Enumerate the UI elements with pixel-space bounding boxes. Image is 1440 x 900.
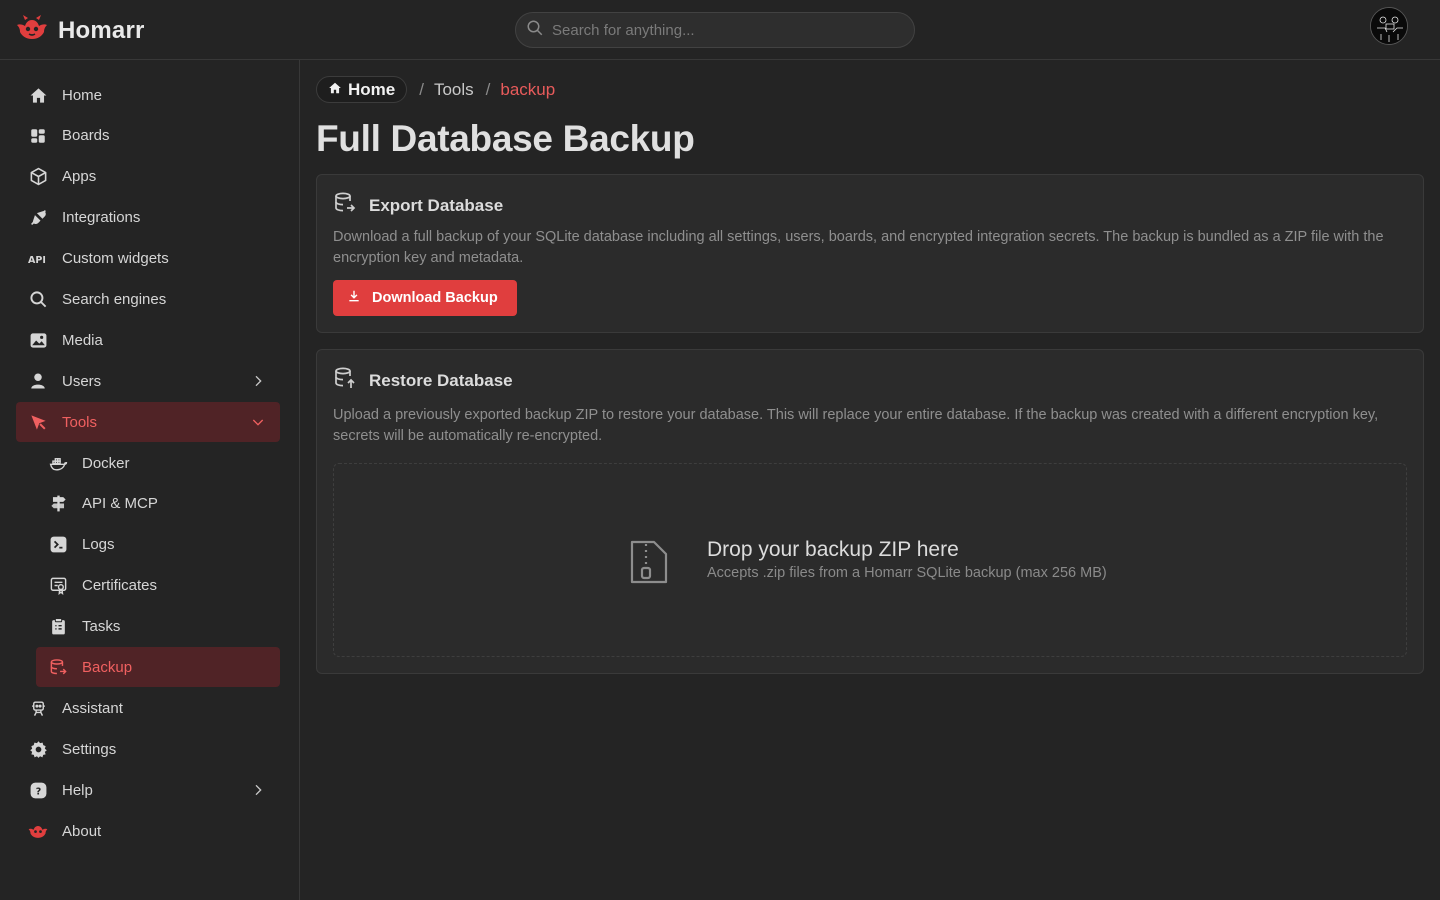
sidebar-item-label: Tasks xyxy=(82,618,121,636)
user-avatar[interactable] xyxy=(1370,7,1408,45)
sidebar-item-label: Users xyxy=(62,372,102,390)
download-backup-button[interactable]: Download Backup xyxy=(333,280,517,316)
sidebar-item-label: Settings xyxy=(62,740,117,758)
sidebar-item-label: Boards xyxy=(62,127,110,145)
svg-text:API: API xyxy=(28,255,46,265)
docker-icon xyxy=(48,453,68,473)
sidebar-item-label: Logs xyxy=(82,536,115,554)
chevron-down-icon xyxy=(250,414,266,430)
sidebar-item-label: Search engines xyxy=(62,290,167,308)
sidebar-item-backup[interactable]: Backup xyxy=(36,647,280,688)
breadcrumb-home[interactable]: Home xyxy=(316,76,408,103)
sidebar-item-integrations[interactable]: Integrations xyxy=(16,198,280,238)
sidebar-item-tools[interactable]: Tools xyxy=(16,402,280,443)
breadcrumb: Home / Tools / backup xyxy=(316,76,555,103)
sidebar-item-label: Certificates xyxy=(82,577,158,595)
tools-icon xyxy=(28,412,48,432)
sidebar-item-api-mcp[interactable]: API & MCP xyxy=(36,484,280,524)
page-title: Full Database Backup xyxy=(316,118,695,159)
sidebar-item-logs[interactable]: Logs xyxy=(36,525,280,565)
sidebar-item-certificates[interactable]: Certificates xyxy=(36,566,280,606)
sidebar: Home Boards Apps Integrations API Custom… xyxy=(0,60,300,900)
sidebar-item-label: Docker xyxy=(82,454,130,472)
report-icon xyxy=(48,617,68,637)
svg-text:?: ? xyxy=(35,786,41,797)
plug-icon xyxy=(28,208,48,228)
search-input[interactable] xyxy=(552,21,892,39)
restore-card-header: Restore Database xyxy=(333,366,513,395)
home-icon xyxy=(328,80,342,100)
signpost-icon xyxy=(48,494,68,514)
breadcrumb-separator: / xyxy=(485,79,491,99)
home-icon xyxy=(28,85,48,105)
breadcrumb-home-label: Home xyxy=(348,79,396,99)
sidebar-item-users[interactable]: Users xyxy=(16,361,280,401)
restore-card-title: Restore Database xyxy=(369,370,513,390)
sidebar-item-tasks[interactable]: Tasks xyxy=(36,607,280,647)
sidebar-item-label: Home xyxy=(62,86,103,104)
sidebar-item-media[interactable]: Media xyxy=(16,320,280,360)
sidebar-item-assistant[interactable]: Assistant xyxy=(16,688,280,728)
backup-dropzone[interactable]: Drop your backup ZIP here Accepts .zip f… xyxy=(333,463,1407,657)
logo-icon xyxy=(28,821,48,841)
chevron-right-icon xyxy=(250,373,266,389)
sidebar-item-help[interactable]: ? Help xyxy=(16,770,280,810)
sidebar-item-label: Assistant xyxy=(62,699,123,717)
app-logo[interactable]: Homarr xyxy=(16,14,145,47)
export-card-title: Export Database xyxy=(369,195,504,215)
sidebar-item-about[interactable]: About xyxy=(16,811,280,851)
sidebar-item-apps[interactable]: Apps xyxy=(16,157,280,197)
sidebar-item-label: Tools xyxy=(62,413,98,431)
chevron-right-icon xyxy=(250,782,266,798)
global-search[interactable] xyxy=(515,12,915,48)
breadcrumb-current: backup xyxy=(500,79,556,99)
database-import-icon xyxy=(333,366,357,395)
file-zip-icon xyxy=(628,538,670,591)
api-icon: API xyxy=(28,249,48,269)
app-header: Homarr xyxy=(0,0,1440,60)
breadcrumb-separator: / xyxy=(419,79,424,99)
export-card-description: Download a full backup of your SQLite da… xyxy=(333,229,1384,266)
database-icon xyxy=(48,657,68,677)
boards-icon xyxy=(28,126,48,146)
photo-icon xyxy=(28,330,48,350)
dropzone-subtitle: Accepts .zip files from a Homarr SQLite … xyxy=(707,565,1107,581)
search-icon xyxy=(526,19,544,42)
download-backup-label: Download Backup xyxy=(372,290,498,306)
database-export-icon xyxy=(333,191,357,220)
app-name: Homarr xyxy=(58,16,145,44)
sidebar-item-boards[interactable]: Boards xyxy=(16,116,280,156)
dropzone-title: Drop your backup ZIP here xyxy=(707,538,959,561)
sidebar-item-label: API & MCP xyxy=(82,495,158,513)
sidebar-item-label: Integrations xyxy=(62,209,141,227)
export-database-card: Export Database Download a full backup o… xyxy=(316,174,1424,333)
sidebar-item-label: Help xyxy=(62,781,93,799)
sidebar-item-custom-widgets[interactable]: API Custom widgets xyxy=(16,239,280,279)
sidebar-item-label: Media xyxy=(62,331,103,349)
homarr-logo-icon xyxy=(16,14,48,47)
restore-database-card: Restore Database Upload a previously exp… xyxy=(316,349,1424,674)
download-icon xyxy=(347,289,361,307)
sidebar-item-home[interactable]: Home xyxy=(16,75,280,115)
help-icon: ? xyxy=(28,780,48,800)
sidebar-item-search-engines[interactable]: Search engines xyxy=(16,279,280,319)
sidebar-item-label: Apps xyxy=(62,168,97,186)
sidebar-item-label: Backup xyxy=(82,658,133,676)
search-icon xyxy=(28,289,48,309)
sidebar-item-label: About xyxy=(62,822,102,840)
export-card-header: Export Database xyxy=(333,191,503,220)
user-icon xyxy=(28,371,48,391)
gear-icon xyxy=(28,739,48,759)
sidebar-item-docker[interactable]: Docker xyxy=(36,443,280,483)
sidebar-item-label: Custom widgets xyxy=(62,250,169,268)
terminal-icon xyxy=(48,535,68,555)
robot-icon xyxy=(28,698,48,718)
sidebar-item-settings[interactable]: Settings xyxy=(16,729,280,769)
breadcrumb-tools[interactable]: Tools xyxy=(434,80,474,100)
restore-card-description: Upload a previously exported backup ZIP … xyxy=(333,407,1379,444)
box-icon xyxy=(28,167,48,187)
certificate-icon xyxy=(48,576,68,596)
